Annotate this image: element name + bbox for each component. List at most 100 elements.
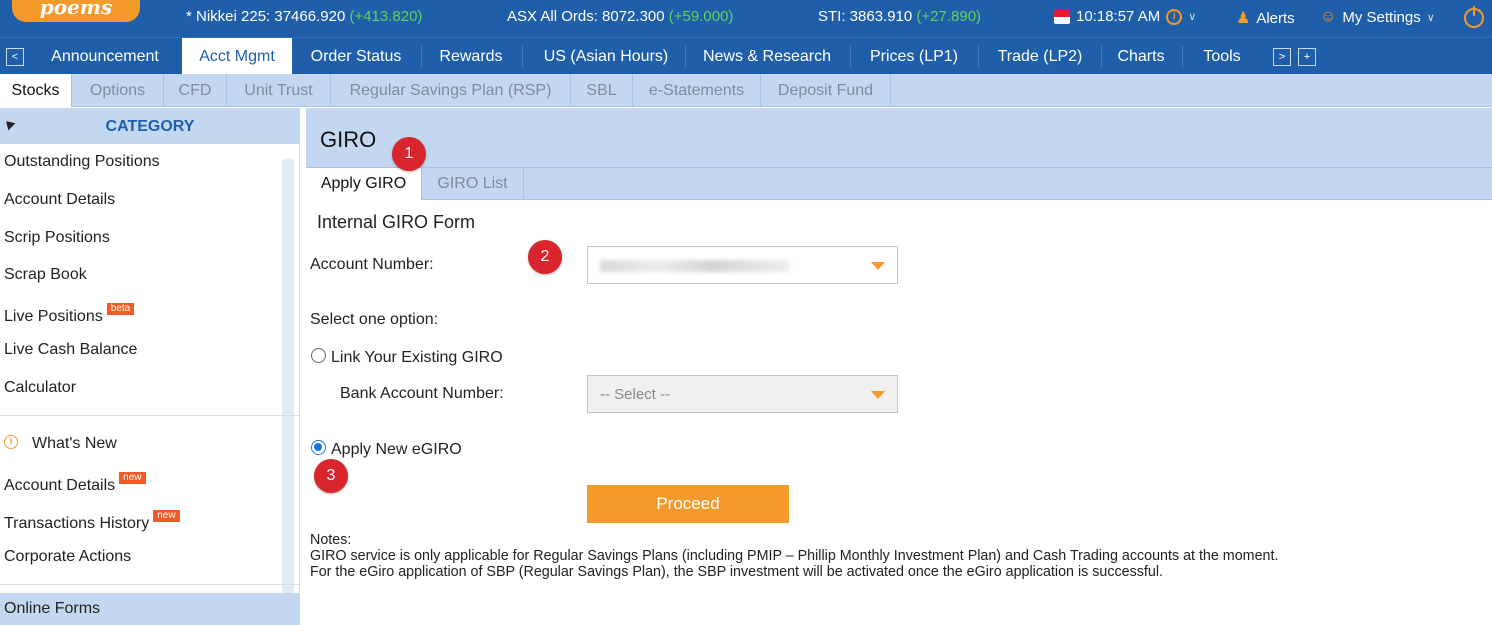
- step-marker-3: 3: [314, 459, 348, 493]
- subtab-sbl[interactable]: SBL: [571, 74, 633, 107]
- step-marker-1: 1: [392, 137, 426, 171]
- tab-rewards[interactable]: Rewards: [425, 38, 517, 75]
- sidebar-divider: [0, 415, 300, 416]
- main-nav: < Announcement Acct Mgmt Order Status Re…: [0, 37, 1492, 75]
- add-tab-icon[interactable]: +: [1298, 48, 1316, 66]
- notes-line: For the eGiro application of SBP (Regula…: [310, 564, 1163, 580]
- account-number-value-redacted: [600, 260, 790, 272]
- nav-divider: [421, 46, 422, 67]
- category-header[interactable]: CATEGORY: [0, 108, 300, 144]
- ticker-sti: STI: 3863.910 (+27.890): [818, 8, 981, 25]
- tab-acct-mgmt[interactable]: Acct Mgmt: [182, 38, 292, 75]
- tab-news-research[interactable]: News & Research: [690, 38, 844, 75]
- ticker-asx-change: (+59.000): [668, 8, 734, 25]
- ticker-sti-value: STI: 3863.910: [818, 8, 913, 25]
- sidebar-whats-new[interactable]: What's New: [32, 435, 117, 453]
- alert-person-icon: ♟: [1236, 10, 1251, 27]
- sidebar-item-new-account-details[interactable]: Account Details new: [4, 472, 146, 495]
- clock: 10:18:57 AM i ∨: [1054, 8, 1196, 25]
- my-settings-label: My Settings: [1342, 8, 1421, 26]
- sidebar-item-scrip-positions[interactable]: Scrip Positions: [4, 229, 110, 247]
- poems-logo[interactable]: poems: [12, 0, 140, 22]
- top-bar: poems * Nikkei 225: 37466.920 (+413.820)…: [0, 0, 1492, 37]
- account-number-label: Account Number:: [310, 256, 434, 273]
- tab-announcement[interactable]: Announcement: [38, 38, 172, 75]
- giro-tabs: Apply GIRO GIRO List: [306, 167, 1492, 200]
- proceed-button[interactable]: Proceed: [587, 485, 789, 523]
- subtab-stocks[interactable]: Stocks: [0, 74, 72, 107]
- sidebar-scrollbar[interactable]: [282, 158, 294, 598]
- alerts-label: Alerts: [1256, 9, 1295, 27]
- beta-badge: beta: [106, 303, 135, 315]
- subtab-unit-trust[interactable]: Unit Trust: [227, 74, 331, 107]
- link-existing-giro-label[interactable]: Link Your Existing GIRO: [331, 349, 503, 367]
- singapore-flag-icon: [1054, 9, 1070, 24]
- nav-divider: [1182, 46, 1183, 67]
- new-badge: new: [119, 472, 146, 484]
- apply-new-egiro-label[interactable]: Apply New eGIRO: [331, 441, 462, 459]
- sub-nav: Stocks Options CFD Unit Trust Regular Sa…: [0, 74, 1492, 107]
- notes-title: Notes:: [310, 532, 352, 548]
- category-title: CATEGORY: [105, 118, 195, 135]
- link-existing-giro-radio[interactable]: [311, 348, 326, 363]
- sidebar-item-live-cash-balance[interactable]: Live Cash Balance: [4, 341, 137, 359]
- dropdown-caret-icon: [871, 262, 885, 270]
- tab-trade-lp2[interactable]: Trade (LP2): [984, 38, 1096, 75]
- sidebar-divider: [0, 584, 300, 585]
- info-icon[interactable]: i: [1166, 8, 1183, 25]
- ticker-sti-change: (+27.890): [916, 8, 982, 25]
- sidebar-item-label: Live Positions: [4, 308, 103, 325]
- power-icon[interactable]: [1464, 6, 1484, 28]
- whats-new-info-icon: i: [4, 435, 18, 449]
- tab-apply-giro[interactable]: Apply GIRO: [306, 168, 422, 200]
- form-title: Internal GIRO Form: [317, 212, 476, 232]
- nav-prev-icon[interactable]: <: [6, 48, 24, 66]
- tab-prices-lp1[interactable]: Prices (LP1): [856, 38, 972, 75]
- nav-divider: [522, 46, 523, 67]
- sidebar-item-outstanding-positions[interactable]: Outstanding Positions: [4, 153, 160, 171]
- sidebar-item-scrap-book[interactable]: Scrap Book: [4, 266, 87, 284]
- subtab-deposit-fund[interactable]: Deposit Fund: [761, 74, 891, 107]
- tab-tools[interactable]: Tools: [1188, 38, 1256, 75]
- my-settings-button[interactable]: ☺ My Settings ∨: [1320, 8, 1435, 26]
- subtab-rsp[interactable]: Regular Savings Plan (RSP): [331, 74, 571, 107]
- sidebar-item-account-details[interactable]: Account Details: [4, 191, 115, 209]
- sidebar-item-label: Transactions History: [4, 515, 150, 532]
- chevron-down-icon: ∨: [1426, 11, 1435, 24]
- nav-next-icon[interactable]: >: [1273, 48, 1291, 66]
- ticker-nikkei: * Nikkei 225: 37466.920 (+413.820): [186, 8, 422, 25]
- sidebar: CATEGORY Outstanding Positions Account D…: [0, 108, 300, 625]
- sidebar-item-transactions-history[interactable]: Transactions History new: [4, 510, 180, 533]
- alerts-button[interactable]: ♟ Alerts: [1236, 8, 1295, 28]
- tab-order-status[interactable]: Order Status: [296, 38, 416, 75]
- nav-divider: [685, 46, 686, 67]
- tab-us-asian-hours[interactable]: US (Asian Hours): [526, 38, 686, 75]
- account-number-select[interactable]: [587, 246, 898, 284]
- ticker-asx: ASX All Ords: 8072.300 (+59.000): [507, 8, 733, 25]
- tab-giro-list[interactable]: GIRO List: [422, 168, 524, 200]
- ticker-nikkei-change: (+413.820): [349, 8, 423, 25]
- apply-new-egiro-radio[interactable]: [311, 440, 326, 455]
- ticker-nikkei-value: * Nikkei 225: 37466.920: [186, 8, 346, 25]
- sidebar-item-calculator[interactable]: Calculator: [4, 379, 76, 397]
- user-icon: ☺: [1320, 8, 1337, 25]
- sidebar-item-corporate-actions[interactable]: Corporate Actions: [4, 548, 131, 566]
- tab-charts[interactable]: Charts: [1106, 38, 1176, 75]
- page-title: GIRO: [320, 127, 377, 152]
- step-marker-2: 2: [528, 240, 562, 274]
- subtab-e-statements[interactable]: e-Statements: [633, 74, 761, 107]
- sidebar-item-live-positions[interactable]: Live Positions beta: [4, 303, 135, 326]
- bank-account-select-value: -- Select --: [600, 386, 671, 403]
- giro-header: GIRO: [306, 108, 1492, 167]
- dropdown-caret-icon: [871, 391, 885, 399]
- select-option-label: Select one option:: [310, 311, 439, 328]
- bank-account-select[interactable]: -- Select --: [587, 375, 898, 413]
- new-badge: new: [153, 510, 180, 522]
- subtab-options[interactable]: Options: [72, 74, 164, 107]
- subtab-cfd[interactable]: CFD: [164, 74, 227, 107]
- chevron-down-icon[interactable]: ∨: [1188, 10, 1196, 23]
- sidebar-item-online-forms[interactable]: Online Forms: [0, 593, 300, 625]
- nav-divider: [1101, 46, 1102, 67]
- ticker-asx-value: ASX All Ords: 8072.300: [507, 8, 665, 25]
- main-content: GIRO Apply GIRO GIRO List Internal GIRO …: [306, 108, 1492, 625]
